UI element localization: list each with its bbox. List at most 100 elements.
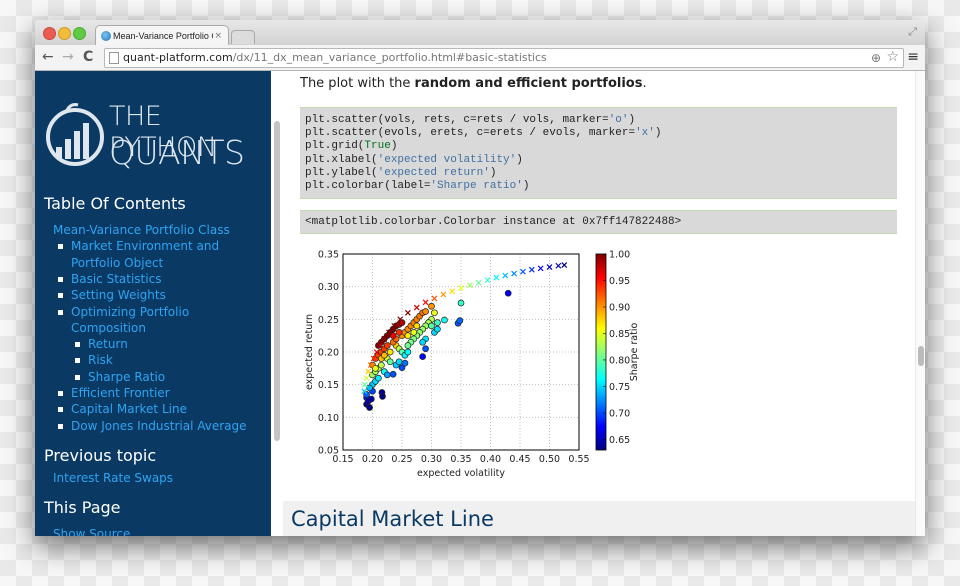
random-portfolio-point (383, 371, 391, 379)
favicon-icon (101, 31, 111, 41)
menu-icon[interactable]: ≡ (907, 48, 919, 66)
address-bar[interactable]: quant-platform.com/dx/11_dx_mean_varianc… (104, 48, 904, 68)
logo[interactable]: THE PYTHON QUANTS (45, 101, 265, 172)
toc-item[interactable]: Market Environment and (71, 238, 219, 254)
output-line: <matplotlib.colorbar.Colorbar instance a… (305, 216, 682, 228)
x-tick-label: 0.20 (362, 454, 383, 465)
random-portfolio-point (422, 308, 429, 315)
code-token: plt.scatter(vols, rets, c=rets / vols, m… (305, 114, 609, 126)
fullscreen-icon[interactable]: ⤢ (908, 25, 917, 39)
random-portfolio-point (367, 395, 375, 403)
browser-tab[interactable]: Mean-Variance Portfolio C × (95, 25, 229, 46)
maximize-window-button[interactable] (73, 27, 86, 40)
random-portfolio-point (410, 329, 418, 336)
toc-bullet-icon (58, 293, 63, 299)
forward-button[interactable]: → (62, 47, 74, 67)
back-button[interactable]: ← (42, 47, 54, 67)
sidebar-scroll-thumb[interactable] (274, 121, 280, 441)
toc-item[interactable]: Mean-Variance Portfolio Class (53, 222, 230, 238)
toc-item[interactable]: Dow Jones Industrial Average (71, 418, 247, 434)
random-portfolio-point (404, 342, 412, 349)
random-portfolio-point (379, 393, 386, 400)
colorbar-tick-label: 0.95 (609, 276, 630, 287)
random-portfolio-point (404, 348, 412, 356)
code-line: plt.ylabel('expected return') (305, 167, 496, 180)
code-token: 'Sharpe ratio' (430, 180, 523, 192)
zoom-icon[interactable]: ⊕ (871, 49, 881, 67)
toc-item[interactable]: Basic Statistics (71, 271, 161, 287)
random-portfolio-point (457, 299, 465, 307)
page-scroll-thumb[interactable] (918, 346, 924, 366)
toc-heading: Table Of Contents (44, 194, 186, 213)
code-token: 'expected volatility' (377, 153, 517, 166)
y-tick-label: 0.05 (318, 446, 339, 457)
toc-item[interactable]: Capital Market Line (71, 401, 187, 417)
output-block: <matplotlib.colorbar.Colorbar instance a… (300, 210, 897, 234)
intro-bold: random and efficient portfolios (414, 76, 643, 91)
y-axis-label: expected return (304, 314, 315, 390)
toc-item[interactable]: Portfolio Object (71, 255, 163, 271)
close-window-button[interactable] (43, 27, 56, 40)
sidebar-scrollbar[interactable] (271, 71, 283, 536)
code-line: plt.xlabel('expected volatility') (305, 154, 523, 167)
page-scrollbar[interactable] (915, 71, 925, 536)
code-token: 'o' (608, 114, 629, 126)
toc-item[interactable]: Setting Weights (71, 287, 166, 303)
logo-icon (46, 103, 104, 166)
toc-item[interactable]: Optimizing Portfolio (71, 304, 189, 320)
random-portfolio-point (504, 289, 512, 297)
code-token: plt.xlabel( (305, 153, 378, 166)
tab-close-icon[interactable]: × (214, 26, 222, 46)
toc-item[interactable]: Return (88, 336, 128, 352)
toc-bullet-icon (75, 358, 80, 364)
reload-button[interactable]: C (83, 47, 93, 67)
code-token: ) (489, 166, 497, 179)
random-portfolio-point (419, 338, 426, 346)
random-portfolio-point (434, 319, 441, 326)
colorbar-tick-label: 1.00 (609, 250, 630, 261)
x-axis-label: expected volatility (417, 468, 505, 479)
random-portfolio-point (395, 329, 403, 336)
code-token: 'x' (635, 127, 655, 140)
toc-item[interactable]: Composition (71, 320, 146, 336)
previous-topic-link[interactable]: Interest Rate Swaps (53, 471, 173, 485)
minimize-window-button[interactable] (58, 27, 71, 40)
random-portfolio-point (386, 348, 394, 356)
code-token: plt.grid( (305, 140, 365, 153)
colorbar-tick-label: 0.90 (609, 302, 630, 313)
random-portfolio-point (366, 384, 373, 392)
code-line: plt.colorbar(label='Sharpe ratio') (305, 180, 529, 193)
colorbar-label: Sharpe ratio (629, 323, 640, 382)
x-tick-label: 0.30 (421, 454, 442, 465)
random-portfolio-point (413, 322, 421, 330)
section-header-band: Capital Market Line (283, 501, 915, 536)
toc-item[interactable]: Efficient Frontier (71, 385, 170, 401)
toc-bullet-icon (58, 407, 63, 413)
y-tick-label: 0.35 (318, 250, 339, 261)
url-path: /dx/11_dx_mean_variance_portfolio.html#b… (232, 51, 547, 64)
toc-bullet-icon (58, 276, 63, 282)
random-portfolio-point (404, 332, 412, 340)
code-token: plt.colorbar(label= (305, 180, 431, 192)
new-tab-button[interactable] (231, 30, 255, 44)
main-content: The plot with the random and efficient p… (283, 71, 915, 536)
colorbar-tick-label: 0.85 (609, 329, 630, 340)
bookmark-star-icon[interactable]: ☆ (886, 48, 899, 66)
code-line: plt.scatter(evols, erets, c=erets / evol… (305, 127, 661, 140)
random-portfolio-point (401, 359, 409, 367)
random-portfolio-point (428, 322, 435, 330)
toc-item[interactable]: Sharpe Ratio (88, 369, 165, 385)
x-tick-label: 0.55 (568, 454, 589, 465)
random-portfolio-point (434, 325, 441, 333)
intro-suffix: . (642, 76, 647, 91)
toc-bullet-icon (58, 423, 63, 429)
random-portfolio-point (395, 358, 403, 366)
code-token: ) (628, 114, 636, 126)
colorbar-tick-label: 0.65 (609, 435, 630, 446)
url-text[interactable]: quant-platform.com/dx/11_dx_mean_varianc… (123, 49, 547, 67)
show-source-link[interactable]: Show Source (53, 527, 130, 536)
random-portfolio-point (422, 345, 429, 353)
toc-item[interactable]: Risk (88, 352, 113, 368)
y-tick-label: 0.20 (318, 348, 339, 359)
code-token: ) (522, 180, 530, 192)
